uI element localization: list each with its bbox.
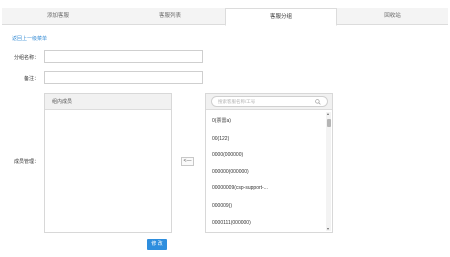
back-link[interactable]: 返回上一级菜单 <box>12 35 47 42</box>
search-icon[interactable] <box>315 99 321 105</box>
list-item[interactable]: 00000009(csp-support-... <box>212 185 268 191</box>
list-item[interactable]: 00(122) <box>212 136 229 142</box>
submit-button[interactable]: 修 改 <box>147 239 167 250</box>
group-name-label: 分组名称： <box>13 55 39 61</box>
agent-list: 0(票雷a) 00(122) 0000(000000) 000000(00000… <box>205 112 327 231</box>
agent-search-box[interactable] <box>211 96 328 107</box>
list-item[interactable]: 0(票雷a) <box>212 117 231 124</box>
tab-add-agent[interactable]: 添加客服 <box>2 8 114 25</box>
scroll-down-arrow-icon[interactable] <box>327 228 329 230</box>
list-item[interactable]: 0000(000000) <box>212 152 243 158</box>
group-members-panel: 组内成员 <box>44 93 172 233</box>
list-item[interactable]: 000000(000000) <box>212 169 249 175</box>
list-item[interactable]: 0000111(000000) <box>212 220 251 226</box>
remark-input[interactable] <box>44 71 203 84</box>
agent-list-scrollbar[interactable] <box>326 112 331 231</box>
members-label: 成员管理： <box>13 159 39 165</box>
tab-recycle-bin[interactable]: 回收站 <box>337 8 448 25</box>
remark-label: 备注： <box>23 76 39 82</box>
scroll-thumb[interactable] <box>326 119 331 127</box>
group-name-input[interactable] <box>44 50 203 63</box>
tab-agent-list[interactable]: 客服列表 <box>114 8 226 25</box>
tab-agent-groups[interactable]: 客服分组 <box>225 8 337 26</box>
agent-search-input[interactable] <box>218 97 318 106</box>
scroll-up-arrow-icon[interactable] <box>327 113 329 115</box>
move-left-button[interactable]: <— <box>181 157 194 166</box>
tab-bar: 添加客服 客服列表 客服分组 回收站 <box>2 8 448 26</box>
group-members-header: 组内成员 <box>45 94 171 110</box>
list-item[interactable]: 000009() <box>212 203 232 209</box>
